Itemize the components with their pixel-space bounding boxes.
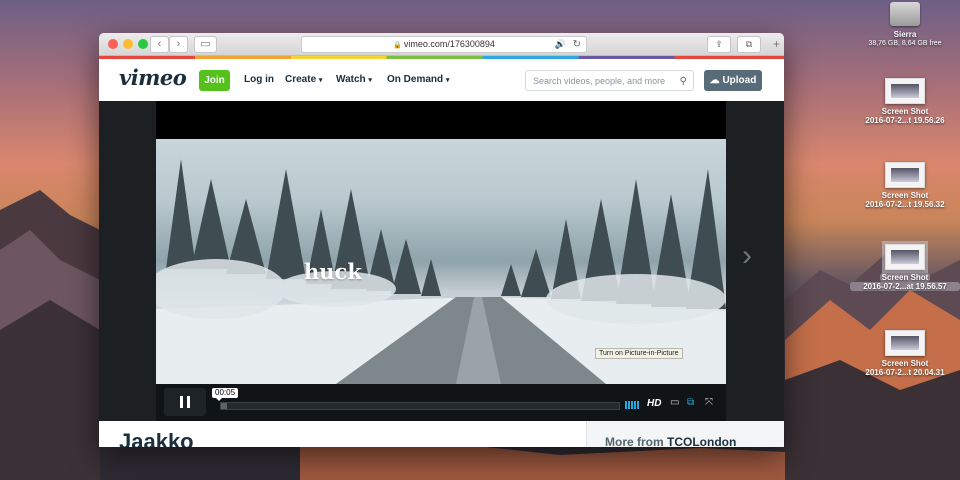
volume-control[interactable] — [625, 401, 642, 409]
create-menu[interactable]: Create ▾ — [285, 74, 322, 85]
desktop-item-sublabel: 38,76 GB, 8,64 GB free — [868, 40, 942, 47]
next-video-arrow[interactable]: › — [742, 241, 752, 271]
screenshot-icon — [885, 78, 925, 104]
vimeo-navbar: vimeo Join Log in Create ▾ Watch ▾ On De… — [99, 59, 784, 102]
screenshot-icon — [882, 241, 928, 273]
more-from-heading: More from TCOLondon — [605, 435, 736, 447]
chevron-down-icon: ▾ — [368, 77, 372, 84]
timecode-tooltip: 00:05 — [212, 388, 239, 401]
video-info: Jaakko More from TCOLondon — [99, 421, 784, 447]
url-text: vimeo.com/176300894 — [403, 39, 495, 49]
picture-in-picture-icon[interactable]: ⧉ — [687, 397, 694, 408]
audio-icon[interactable]: 🔊 — [555, 37, 566, 52]
fullscreen-icon[interactable]: ⤧ — [705, 397, 713, 408]
more-from-prefix: More from — [605, 435, 664, 447]
title-bar: ‹ › ▭ 🔒 vimeo.com/176300894 🔊 ↻ ⇪ ⧉ + — [99, 33, 784, 56]
desktop-item-sublabel: 2016-07-2...t 20.04.31 — [865, 368, 945, 377]
desktop-item-label: Screen Shot — [881, 191, 929, 200]
airplay-icon[interactable]: ▭ — [670, 397, 679, 408]
player-controls: 00:05 HD ▭ ⧉ ⤧ — [156, 384, 726, 421]
back-button[interactable]: ‹ — [150, 36, 169, 53]
join-button[interactable]: Join — [199, 70, 230, 91]
desktop-item-sublabel: 2016-07-2...t 19.56.32 — [865, 200, 945, 209]
login-link[interactable]: Log in — [244, 74, 274, 85]
video-title: Jaakko — [119, 429, 194, 447]
more-from-panel: More from TCOLondon — [586, 421, 784, 447]
chevron-down-icon: ▾ — [445, 77, 450, 84]
pip-tooltip: Turn on Picture-in-Picture — [595, 348, 683, 359]
upload-button[interactable]: ☁ Upload — [704, 70, 762, 91]
minimize-window-button[interactable] — [123, 39, 133, 49]
more-from-channel-link[interactable]: TCOLondon — [667, 435, 736, 447]
vimeo-logo[interactable]: vimeo — [119, 65, 187, 90]
watch-label: Watch — [336, 74, 366, 85]
hard-drive-icon — [890, 2, 920, 26]
search-icon[interactable]: ⚲ — [680, 71, 687, 92]
watch-menu[interactable]: Watch ▾ — [336, 74, 372, 85]
forward-button[interactable]: › — [169, 36, 188, 53]
chevron-down-icon: ▾ — [318, 77, 323, 84]
player-stage: huck 00:05 HD ▭ ⧉ ⤧ › — [99, 101, 784, 421]
desktop-item-screenshot-3[interactable]: Screen Shot 2016-07-2...at 19.56.57 — [850, 241, 960, 291]
reload-icon[interactable]: ↻ — [573, 37, 581, 52]
search-input[interactable]: Search videos, people, and more ⚲ — [525, 70, 694, 91]
address-bar[interactable]: 🔒 vimeo.com/176300894 🔊 ↻ — [301, 36, 587, 53]
hd-toggle[interactable]: HD — [647, 398, 661, 409]
desktop-item-label: Screen Shot — [879, 273, 931, 282]
desktop-icons: Sierra 38,76 GB, 8,64 GB free Screen Sho… — [850, 0, 960, 480]
desktop-item-screenshot-2[interactable]: Screen Shot 2016-07-2...t 19.56.32 — [850, 162, 960, 209]
progress-fill — [221, 403, 227, 409]
desktop-item-label: Screen Shot — [881, 359, 929, 368]
search-placeholder: Search videos, people, and more — [533, 76, 666, 86]
desktop-item-sublabel: 2016-07-2...at 19.56.57 — [850, 282, 960, 291]
create-label: Create — [285, 74, 317, 85]
close-window-button[interactable] — [108, 39, 118, 49]
desktop-item-sublabel: 2016-07-2...t 19.56.26 — [865, 116, 945, 125]
screenshot-icon — [885, 162, 925, 188]
pause-button[interactable] — [164, 388, 206, 416]
desktop-item-sierra[interactable]: Sierra 38,76 GB, 8,64 GB free — [850, 2, 960, 48]
desktop-item-label: Sierra — [893, 30, 917, 39]
zoom-window-button[interactable] — [138, 39, 148, 49]
safari-window: ‹ › ▭ 🔒 vimeo.com/176300894 🔊 ↻ ⇪ ⧉ + vim… — [99, 33, 784, 447]
cloud-upload-icon: ☁ — [709, 75, 720, 86]
lock-icon: 🔒 — [393, 42, 402, 49]
show-tabs-button[interactable]: ⧉ — [737, 36, 761, 53]
on-demand-menu[interactable]: On Demand ▾ — [387, 74, 449, 85]
upload-label: Upload — [722, 75, 757, 86]
desktop-item-screenshot-4[interactable]: Screen Shot 2016-07-2...t 20.04.31 — [850, 330, 960, 377]
desktop-item-screenshot-1[interactable]: Screen Shot 2016-07-2...t 19.56.26 — [850, 78, 960, 125]
on-demand-label: On Demand — [387, 74, 444, 85]
share-button[interactable]: ⇪ — [707, 36, 731, 53]
video-overlay-title: huck — [304, 259, 362, 284]
screenshot-icon — [885, 330, 925, 356]
desktop-item-label: Screen Shot — [881, 107, 929, 116]
sidebar-button[interactable]: ▭ — [194, 36, 217, 53]
new-tab-button[interactable]: + — [771, 38, 782, 51]
video-player[interactable]: huck 00:05 HD ▭ ⧉ ⤧ — [156, 101, 726, 421]
progress-bar[interactable] — [220, 402, 620, 410]
